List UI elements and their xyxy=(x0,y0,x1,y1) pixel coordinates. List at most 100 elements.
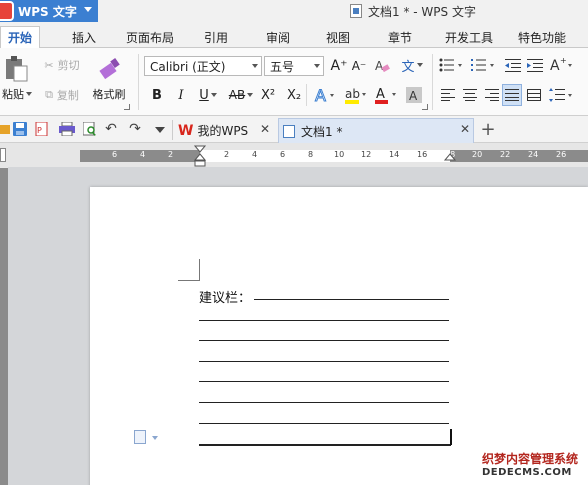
indent-marker-icon[interactable] xyxy=(194,145,206,167)
cut-label: 剪切 xyxy=(57,59,80,72)
chevron-down-icon[interactable] xyxy=(152,124,168,136)
underline-line xyxy=(199,444,451,446)
new-tab-plus-icon[interactable]: + xyxy=(480,119,496,140)
shrink-font-button[interactable]: A⁻ xyxy=(350,56,368,76)
svg-text:A: A xyxy=(376,87,385,102)
copy-label: 复制 xyxy=(56,89,79,102)
wps-logo-icon xyxy=(0,1,14,21)
tab-home[interactable]: 开始 xyxy=(0,26,40,49)
tab-review[interactable]: 审阅 xyxy=(258,26,298,48)
chevron-down-icon xyxy=(416,63,423,67)
scissors-icon: ✂ xyxy=(44,58,54,72)
tab-page-layout[interactable]: 页面布局 xyxy=(118,26,182,48)
chevron-down-icon[interactable] xyxy=(152,436,158,440)
underline-line xyxy=(199,402,449,403)
align-right-icon[interactable] xyxy=(484,86,500,104)
align-center-icon[interactable] xyxy=(462,86,478,104)
document-icon xyxy=(283,124,295,138)
ruler-number: 14 xyxy=(389,150,400,159)
format-painter-label: 格式刷 xyxy=(92,88,126,101)
ruler-number: 6 xyxy=(280,150,286,159)
brush-icon[interactable] xyxy=(94,54,126,84)
app-menu-button[interactable]: WPS 文字 xyxy=(0,0,98,22)
underline-line xyxy=(199,381,449,382)
tab-my-wps-label: 我的WPS xyxy=(197,124,249,138)
print-icon[interactable] xyxy=(58,121,76,137)
font-color-button[interactable]: A xyxy=(372,84,400,106)
print-preview-icon[interactable] xyxy=(82,121,98,137)
tab-stop-selector[interactable] xyxy=(0,148,6,162)
export-pdf-icon[interactable]: P xyxy=(34,121,50,137)
save-icon[interactable] xyxy=(12,121,28,137)
justify-icon[interactable] xyxy=(502,84,522,106)
cut-button[interactable]: ✂ 剪切 xyxy=(38,56,86,74)
paste-button[interactable]: 粘贴 xyxy=(0,86,34,102)
chevron-down-icon xyxy=(314,64,320,68)
change-case-icon[interactable]: A + xyxy=(548,54,576,76)
divider xyxy=(432,54,433,110)
watermark-line-2: DEDECMS.COM xyxy=(482,467,572,478)
tab-document-1[interactable]: 文档1 * xyxy=(278,118,474,143)
watermark-line-1: 织梦内容管理系统 xyxy=(482,452,579,466)
tab-view[interactable]: 视图 xyxy=(318,26,358,48)
ruler-number: 16 xyxy=(417,150,428,159)
tab-special-features[interactable]: 特色功能 xyxy=(510,26,574,48)
font-size-select[interactable]: 五号 xyxy=(264,56,324,76)
paste-icon[interactable] xyxy=(2,54,30,84)
bullet-list-icon[interactable] xyxy=(438,56,466,74)
format-painter-button[interactable]: 格式刷 xyxy=(88,86,130,102)
bold-button[interactable]: B xyxy=(150,86,164,104)
line-spacing-icon[interactable] xyxy=(548,86,576,104)
ruler-number: 24 xyxy=(528,150,539,159)
wps-logo-icon: W xyxy=(178,122,194,139)
divider xyxy=(172,120,173,140)
vertical-ruler[interactable] xyxy=(0,168,8,485)
document-icon[interactable] xyxy=(134,430,146,444)
copy-button[interactable]: ⧉ 复制 xyxy=(38,86,86,104)
strikethrough-button[interactable]: AB xyxy=(226,86,256,104)
underline-line xyxy=(199,423,449,424)
svg-text:A: A xyxy=(315,86,326,104)
tab-references[interactable]: 引用 xyxy=(196,26,236,48)
font-name-value: Calibri (正文) xyxy=(150,59,226,74)
undo-icon[interactable]: ↶ xyxy=(104,121,118,137)
right-indent-marker-icon[interactable] xyxy=(444,153,456,165)
tab-insert[interactable]: 插入 xyxy=(64,26,104,48)
svg-text:A: A xyxy=(409,89,418,103)
chevron-down-icon xyxy=(84,7,92,12)
divider xyxy=(306,84,307,106)
ruler-number: 4 xyxy=(252,150,258,159)
svg-text:P: P xyxy=(37,126,42,135)
grow-font-button[interactable]: A⁺ xyxy=(330,56,348,76)
redo-icon[interactable]: ↷ xyxy=(128,121,142,137)
increase-indent-icon[interactable] xyxy=(526,56,544,74)
paste-label: 粘贴 xyxy=(2,88,24,101)
distributed-align-icon[interactable] xyxy=(526,86,542,104)
tab-sections[interactable]: 章节 xyxy=(380,26,420,48)
font-launcher-icon[interactable] xyxy=(422,104,428,110)
document-page[interactable] xyxy=(90,187,588,485)
font-name-select[interactable]: Calibri (正文) xyxy=(144,56,262,76)
phonetic-guide-button[interactable]: 文 xyxy=(398,54,426,76)
tab-developer[interactable]: 开发工具 xyxy=(437,26,501,48)
align-left-icon[interactable] xyxy=(440,86,456,104)
highlight-icon[interactable]: ab xyxy=(342,84,370,106)
underline-button[interactable]: U xyxy=(196,86,220,104)
clear-format-icon[interactable]: A xyxy=(372,56,392,76)
close-icon[interactable]: ✕ xyxy=(460,122,470,136)
italic-button[interactable]: I xyxy=(174,86,188,104)
text-effect-icon[interactable]: A xyxy=(312,84,338,106)
subscript-button[interactable]: X₂ xyxy=(284,86,304,104)
window-title-text: 文档1 * - WPS 文字 xyxy=(368,4,476,19)
clipboard-launcher-icon[interactable] xyxy=(124,104,130,110)
decrease-indent-icon[interactable] xyxy=(504,56,522,74)
title-bar: WPS 文字 文档1 * - WPS 文字 xyxy=(0,0,588,22)
ruler-number: 10 xyxy=(334,150,345,159)
character-shading-icon[interactable]: A xyxy=(404,85,424,105)
open-folder-icon[interactable] xyxy=(0,121,10,137)
close-icon[interactable]: ✕ xyxy=(260,122,270,136)
numbered-list-icon[interactable] xyxy=(470,56,498,74)
horizontal-ruler[interactable]: 6 4 2 2 4 6 8 10 12 14 16 18 20 22 24 26 xyxy=(0,143,588,167)
document-canvas[interactable] xyxy=(8,167,588,485)
superscript-button[interactable]: X² xyxy=(258,86,278,104)
